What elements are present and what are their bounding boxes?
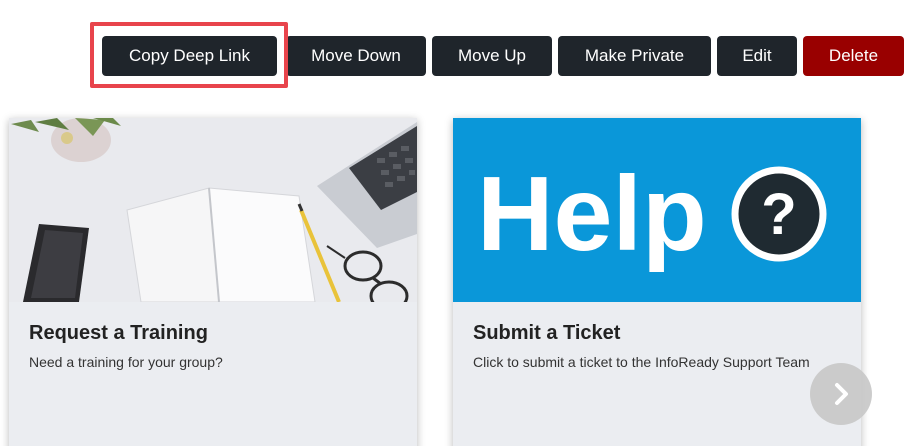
card-submit-ticket[interactable]: Help ? Submit a Ticket Click to submit a…: [453, 118, 861, 446]
make-private-button[interactable]: Make Private: [558, 36, 711, 76]
delete-button[interactable]: Delete: [803, 36, 904, 76]
selection-highlight: [90, 22, 288, 88]
card-description: Need a training for your group?: [29, 354, 223, 370]
card-description: Click to submit a ticket to the InfoRead…: [473, 354, 810, 370]
move-down-button[interactable]: Move Down: [286, 36, 426, 76]
move-up-button[interactable]: Move Up: [432, 36, 552, 76]
chevron-right-icon: [835, 383, 848, 405]
card-body: Request a Training Need a training for y…: [29, 322, 407, 370]
card-body: Submit a Ticket Click to submit a ticket…: [473, 322, 851, 370]
carousel-next-button[interactable]: [810, 363, 872, 425]
desk-notebook-image: [9, 118, 417, 302]
edit-button[interactable]: Edit: [717, 36, 797, 76]
card-title: Submit a Ticket: [473, 322, 621, 344]
help-banner-text: Help: [477, 155, 707, 273]
help-banner-image: Help ?: [453, 118, 861, 302]
page: Copy Deep Link Move Down Move Up Make Pr…: [0, 0, 914, 446]
question-mark-glyph: ?: [761, 182, 796, 247]
card-title: Request a Training: [29, 322, 208, 344]
card-request-training[interactable]: Request a Training Need a training for y…: [9, 118, 417, 446]
